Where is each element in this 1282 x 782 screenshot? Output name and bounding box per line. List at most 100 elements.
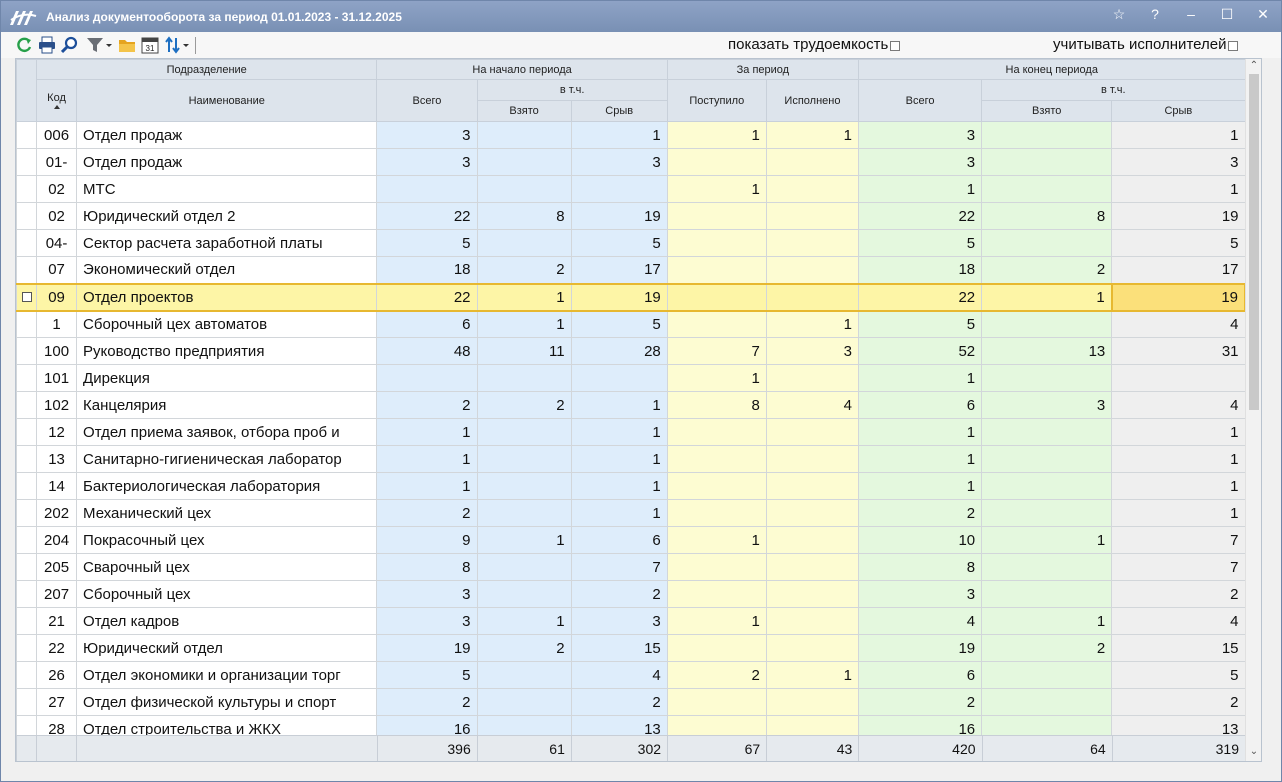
row-code[interactable]: 14 xyxy=(36,472,78,500)
row-selector[interactable] xyxy=(16,391,38,419)
row-name[interactable]: Отдел продаж xyxy=(76,148,378,176)
row-start-taken[interactable] xyxy=(476,472,572,500)
row-start-total[interactable] xyxy=(376,364,478,392)
row-start-failed[interactable]: 19 xyxy=(570,282,668,312)
row-done[interactable] xyxy=(765,472,859,500)
table-row[interactable]: 006 Отдел продаж 3 1 1 1 3 1 xyxy=(16,121,1246,149)
row-code[interactable]: 202 xyxy=(36,499,78,527)
row-code[interactable]: 04- xyxy=(36,229,78,257)
row-start-taken[interactable]: 2 xyxy=(476,256,572,284)
row-name[interactable]: Механический цех xyxy=(76,499,378,527)
scroll-down-icon[interactable]: ⌄ xyxy=(1246,745,1261,759)
row-end-taken[interactable] xyxy=(981,310,1113,338)
row-done[interactable] xyxy=(765,580,859,608)
row-end-failed[interactable]: 2 xyxy=(1111,580,1246,608)
print-icon[interactable] xyxy=(37,35,57,55)
row-start-failed[interactable] xyxy=(570,175,668,203)
row-end-total[interactable]: 3 xyxy=(857,121,983,149)
row-start-failed[interactable]: 1 xyxy=(570,472,668,500)
row-start-failed[interactable]: 7 xyxy=(570,553,668,581)
row-start-failed[interactable]: 2 xyxy=(570,688,668,716)
row-end-failed[interactable]: 3 xyxy=(1111,148,1246,176)
row-name[interactable]: Отдел экономики и организации торг xyxy=(76,661,378,689)
row-done[interactable] xyxy=(765,229,859,257)
row-end-taken[interactable] xyxy=(981,472,1113,500)
row-name[interactable]: Покрасочный цех xyxy=(76,526,378,554)
row-name[interactable]: Отдел кадров xyxy=(76,607,378,635)
start-taken-header[interactable]: Взято xyxy=(476,100,572,122)
row-start-total[interactable]: 3 xyxy=(376,148,478,176)
row-start-failed[interactable]: 5 xyxy=(570,229,668,257)
table-row[interactable]: 26 Отдел экономики и организации торг 5 4 2 1… xyxy=(16,661,1246,689)
row-start-failed[interactable] xyxy=(570,364,668,392)
row-start-total[interactable] xyxy=(376,175,478,203)
search-icon[interactable] xyxy=(60,35,80,55)
row-selector[interactable] xyxy=(16,148,38,176)
row-start-total[interactable]: 1 xyxy=(376,445,478,473)
row-done[interactable] xyxy=(765,445,859,473)
row-start-total[interactable]: 3 xyxy=(376,580,478,608)
table-row[interactable]: 205 Сварочный цех 8 7 8 7 xyxy=(16,553,1246,581)
row-code[interactable]: 07 xyxy=(36,256,78,284)
start-total-header[interactable]: Всего xyxy=(376,79,478,122)
row-start-taken[interactable] xyxy=(476,364,572,392)
row-start-taken[interactable] xyxy=(476,418,572,446)
name-column-header[interactable]: Наименование xyxy=(76,79,378,122)
row-end-taken[interactable] xyxy=(981,121,1113,149)
table-row[interactable]: 101 Дирекция 1 1 xyxy=(16,364,1246,392)
row-end-total[interactable]: 52 xyxy=(857,337,983,365)
row-end-taken[interactable] xyxy=(981,580,1113,608)
table-row[interactable]: 02 МТС 1 1 1 xyxy=(16,175,1246,203)
row-name[interactable]: Канцелярия xyxy=(76,391,378,419)
row-name[interactable]: Сборочный цех xyxy=(76,580,378,608)
row-name[interactable]: Отдел проектов xyxy=(76,282,378,312)
row-end-total[interactable]: 2 xyxy=(857,499,983,527)
table-row[interactable]: 1 Сборочный цех автоматов 6 1 5 1 5 4 xyxy=(16,310,1246,338)
table-row[interactable]: 27 Отдел физической культуры и спорт 2 2 2 2 xyxy=(16,688,1246,716)
row-selector[interactable] xyxy=(16,337,38,365)
row-done[interactable] xyxy=(765,175,859,203)
row-end-failed[interactable]: 5 xyxy=(1111,229,1246,257)
row-start-total[interactable]: 48 xyxy=(376,337,478,365)
scroll-up-icon[interactable]: ⌃ xyxy=(1246,59,1261,73)
row-start-taken[interactable] xyxy=(476,499,572,527)
row-selector[interactable] xyxy=(16,661,38,689)
scroll-thumb[interactable] xyxy=(1249,74,1259,410)
row-received[interactable] xyxy=(666,580,767,608)
row-name[interactable]: Сварочный цех xyxy=(76,553,378,581)
row-code[interactable]: 13 xyxy=(36,445,78,473)
table-row[interactable]: 204 Покрасочный цех 9 1 6 1 10 1 7 xyxy=(16,526,1246,554)
row-start-total[interactable]: 2 xyxy=(376,499,478,527)
table-row[interactable]: 13 Санитарно-гигиеническая лаборатор 1 1 1 1 xyxy=(16,445,1246,473)
row-start-failed[interactable]: 17 xyxy=(570,256,668,284)
received-header[interactable]: Поступило xyxy=(666,79,767,122)
row-start-failed[interactable]: 28 xyxy=(570,337,668,365)
table-row[interactable]: 207 Сборочный цех 3 2 3 2 xyxy=(16,580,1246,608)
row-start-taken[interactable] xyxy=(476,688,572,716)
row-done[interactable] xyxy=(765,553,859,581)
row-received[interactable] xyxy=(666,256,767,284)
row-done[interactable] xyxy=(765,634,859,662)
row-selector[interactable] xyxy=(16,499,38,527)
row-selector[interactable] xyxy=(16,607,38,635)
row-received[interactable] xyxy=(666,472,767,500)
row-end-total[interactable]: 18 xyxy=(857,256,983,284)
row-end-total[interactable]: 4 xyxy=(857,607,983,635)
row-received[interactable]: 8 xyxy=(666,391,767,419)
row-start-total[interactable]: 2 xyxy=(376,688,478,716)
row-selector[interactable] xyxy=(16,310,38,338)
row-start-total[interactable]: 2 xyxy=(376,391,478,419)
filter-icon[interactable] xyxy=(85,35,113,55)
row-end-failed[interactable]: 2 xyxy=(1111,688,1246,716)
row-start-total[interactable]: 5 xyxy=(376,229,478,257)
row-checkbox[interactable] xyxy=(21,292,32,302)
row-end-total[interactable]: 1 xyxy=(857,445,983,473)
row-start-total[interactable]: 1 xyxy=(376,418,478,446)
row-done[interactable]: 4 xyxy=(765,391,859,419)
row-start-failed[interactable]: 1 xyxy=(570,121,668,149)
row-name[interactable]: Юридический отдел xyxy=(76,634,378,662)
row-end-failed[interactable]: 1 xyxy=(1111,418,1246,446)
row-code[interactable]: 101 xyxy=(36,364,78,392)
row-code[interactable]: 26 xyxy=(36,661,78,689)
help-icon[interactable]: ? xyxy=(1137,1,1173,29)
